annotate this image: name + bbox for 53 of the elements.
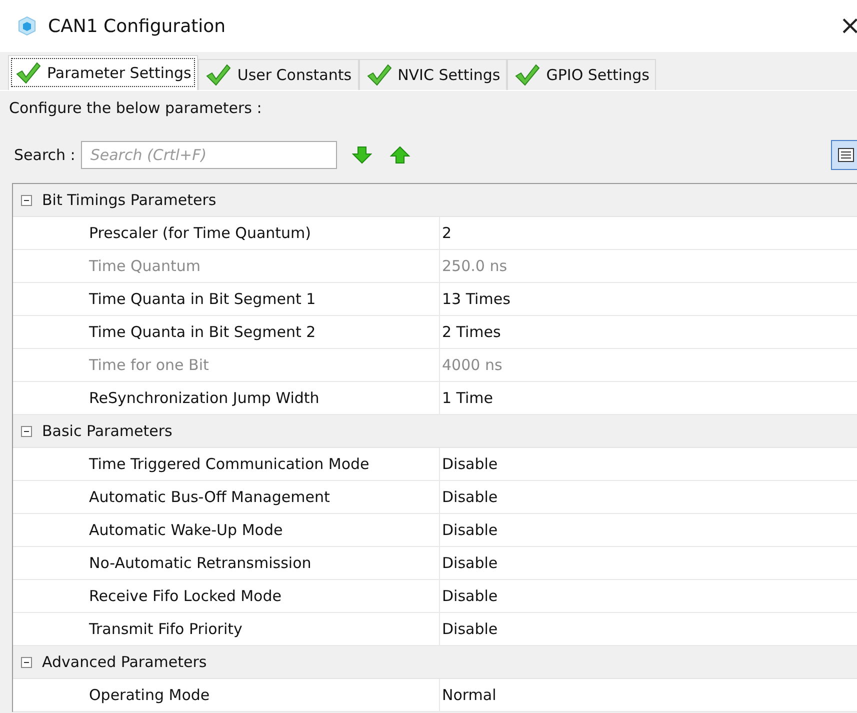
collapse-icon[interactable] [21,426,32,436]
search-label: Search : [14,146,76,164]
parameter-value[interactable]: Disable [440,455,498,473]
close-button[interactable]: × [839,13,857,39]
parameter-name: ReSynchronization Jump Width [13,382,440,414]
parameter-name: Transmit Fifo Priority [13,613,440,645]
parameter-value: 250.0 ns [441,257,508,275]
group-title: Basic Parameters [42,422,172,440]
group-header[interactable]: Basic Parameters [13,415,857,448]
parameter-value[interactable]: Normal [440,686,496,704]
checkmark-icon [366,63,392,87]
down-arrow-icon [352,146,372,164]
parameter-name: Time Quanta in Bit Segment 2 [13,316,440,348]
parameter-name: Time Triggered Communication Mode [13,448,440,480]
parameter-value[interactable]: 2 [440,224,452,242]
tab[interactable]: NVIC Settings [358,59,508,90]
group-header[interactable]: Bit Timings Parameters [13,184,857,217]
parameter-name: Time Quanta in Bit Segment 1 [13,283,440,315]
checkmark-icon [205,63,232,87]
parameter-name: Time for one Bit [13,349,440,381]
parameter-value[interactable]: 1 Time [440,389,494,407]
window-title: CAN1 Configuration [48,16,227,36]
parameter-name: Prescaler (for Time Quantum) [13,217,440,249]
parameter-value[interactable]: 2 Times [440,323,501,341]
parameter-name: Time Quantum [13,250,440,282]
group-header[interactable]: Advanced Parameters [13,646,857,679]
collapse-icon[interactable] [21,194,32,206]
list-icon [838,148,854,162]
parameter-value[interactable]: Disable [440,521,498,539]
list-view-button[interactable] [831,140,857,170]
parameter-value: 4000 ns [441,356,502,374]
tab[interactable]: User Constants [198,59,359,90]
parameter-value[interactable]: Disable [440,554,498,572]
parameter-name: Receive Fifo Locked Mode [13,580,440,612]
tab[interactable]: Parameter Settings [8,55,198,90]
parameter-value[interactable]: Disable [440,488,498,506]
parameter-name: Automatic Wake-Up Mode [13,514,440,546]
up-arrow-icon [390,146,410,164]
tab[interactable]: GPIO Settings [507,59,656,90]
cube-icon [16,15,38,37]
checkmark-icon [15,61,41,85]
parameter-value[interactable]: 13 Times [440,290,510,308]
parameter-value[interactable]: Disable [440,587,498,605]
search-field[interactable]: Search (Crtl+F) [81,141,338,169]
parameter-name: Operating Mode [13,679,440,711]
parameter-name: No-Automatic Retransmission [13,547,440,579]
parameter-value[interactable]: Disable [440,620,498,638]
parameter-name: Automatic Bus-Off Management [13,481,440,513]
group-title: Bit Timings Parameters [42,191,216,209]
group-title: Advanced Parameters [42,653,207,671]
checkmark-icon [514,63,540,87]
instruction-text: Configure the below parameters : [9,99,262,117]
collapse-icon[interactable] [21,656,32,668]
